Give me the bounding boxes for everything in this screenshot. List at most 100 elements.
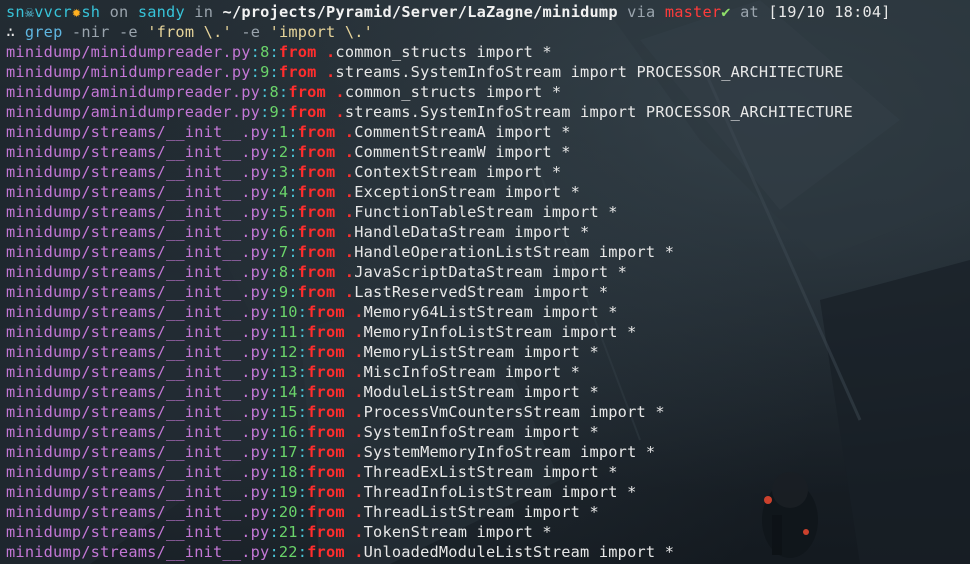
branch-status-icon: ✔ [721, 3, 731, 21]
result-line: minidump/streams/__init__.py:4:from .Exc… [6, 182, 970, 202]
command-program: grep [24, 23, 63, 41]
result-space [335, 283, 344, 301]
result-rest: ModuleListStream import * [363, 383, 599, 401]
result-dot: . [344, 143, 355, 161]
result-line: minidump/streams/__init__.py:22:from .Un… [6, 542, 970, 562]
result-separator: : [288, 203, 298, 221]
result-line-number: 11 [278, 323, 298, 341]
result-rest: MiscInfoStream import * [363, 363, 581, 381]
result-space [345, 523, 354, 541]
result-line-number: 15 [278, 403, 298, 421]
result-dot: . [344, 123, 355, 141]
result-dot: . [354, 343, 364, 361]
result-line: minidump/streams/__init__.py:12:from .Me… [6, 342, 970, 362]
result-separator: : [269, 303, 279, 321]
result-dot: . [354, 483, 364, 501]
result-match: from [307, 403, 345, 421]
result-match: from [288, 103, 326, 121]
result-match: from [297, 223, 336, 241]
result-line-number: 18 [278, 463, 298, 481]
result-file: minidump/streams/__init__.py [6, 183, 270, 201]
prompt-symbol: ∴ [6, 23, 16, 41]
terminal-window[interactable]: sn☠vvcr✹sh on sandy in ~/projects/Pyrami… [0, 0, 970, 564]
result-separator: : [269, 243, 279, 261]
result-dot: . [354, 323, 364, 341]
result-rest: JavaScriptDataStream import * [354, 263, 628, 281]
result-match: from [307, 323, 345, 341]
grep-results: minidump/minidumpreader.py:8:from .commo… [6, 42, 970, 562]
result-dot: . [344, 183, 355, 201]
result-separator: : [269, 283, 279, 301]
result-line-number: 17 [278, 443, 298, 461]
result-file: minidump/aminidumpreader.py [6, 103, 261, 121]
result-line: minidump/streams/__init__.py:18:from .Th… [6, 462, 970, 482]
prompt-at: at [740, 3, 759, 21]
result-space [335, 263, 344, 281]
result-rest: CommentStreamW import * [354, 143, 571, 161]
result-line-number: 9 [278, 283, 289, 301]
result-file: minidump/streams/__init__.py [6, 123, 270, 141]
result-match: from [307, 463, 345, 481]
prompt-machine: sandy [137, 3, 185, 21]
result-dot: . [354, 423, 364, 441]
result-dot: . [354, 523, 364, 541]
result-space [345, 463, 354, 481]
result-match: from [278, 63, 317, 81]
result-rest: ThreadExListStream import * [363, 463, 618, 481]
result-separator: : [269, 63, 279, 81]
result-line: minidump/streams/__init__.py:15:from .Pr… [6, 402, 970, 422]
prompt-in: in [194, 3, 214, 21]
result-separator: : [269, 203, 279, 221]
result-dot: . [344, 243, 355, 261]
result-line-number: 13 [278, 363, 298, 381]
result-line: minidump/minidumpreader.py:9:from .strea… [6, 62, 970, 82]
result-space [345, 363, 354, 381]
result-separator: : [288, 123, 298, 141]
result-line: minidump/aminidumpreader.py:8:from .comm… [6, 82, 970, 102]
result-separator: : [269, 503, 279, 521]
command-line[interactable]: ∴ grep -nir -e 'from \.' -e 'import \.' [6, 22, 970, 42]
result-rest: FunctionTableStream import * [354, 203, 618, 221]
result-line-number: 1 [278, 123, 289, 141]
result-file: minidump/streams/__init__.py [6, 483, 270, 501]
result-separator: : [297, 543, 308, 561]
result-rest: ThreadInfoListStream import * [363, 483, 637, 501]
result-rest: ExceptionStream import * [354, 183, 581, 201]
result-file: minidump/streams/__init__.py [6, 243, 270, 261]
result-rest: streams.SystemInfoStream import PROCESSO… [335, 63, 844, 81]
result-separator: : [269, 363, 279, 381]
result-dot: . [354, 443, 364, 461]
result-space [317, 63, 326, 81]
result-separator: : [297, 303, 308, 321]
result-separator: : [269, 323, 279, 341]
result-rest: HandleOperationListStream import * [354, 243, 675, 261]
result-match: from [307, 503, 345, 521]
result-file: minidump/streams/__init__.py [6, 223, 270, 241]
result-space [345, 423, 354, 441]
result-dot: . [354, 383, 364, 401]
result-file: minidump/streams/__init__.py [6, 503, 270, 521]
result-rest: ProcessVmCountersStream import * [363, 403, 665, 421]
result-separator: : [269, 523, 279, 541]
result-space [317, 43, 326, 61]
command-args: -nir -e [71, 23, 138, 41]
result-separator: : [269, 223, 279, 241]
result-file: minidump/minidumpreader.py [6, 63, 251, 81]
result-line-number: 20 [278, 503, 298, 521]
result-space [345, 323, 354, 341]
result-separator: : [297, 483, 308, 501]
result-line-number: 10 [278, 303, 298, 321]
result-separator: : [297, 523, 308, 541]
result-line-number: 16 [278, 423, 298, 441]
prompt-shell: sh [81, 3, 101, 21]
result-space [335, 163, 344, 181]
result-line: minidump/streams/__init__.py:6:from .Han… [6, 222, 970, 242]
result-match: from [307, 523, 345, 541]
result-file: minidump/minidumpreader.py [6, 43, 251, 61]
result-separator: : [269, 443, 279, 461]
result-rest: ThreadListStream import * [363, 503, 599, 521]
result-separator: : [288, 243, 298, 261]
result-dot: . [344, 163, 355, 181]
result-line: minidump/streams/__init__.py:17:from .Sy… [6, 442, 970, 462]
result-match: from [288, 83, 326, 101]
